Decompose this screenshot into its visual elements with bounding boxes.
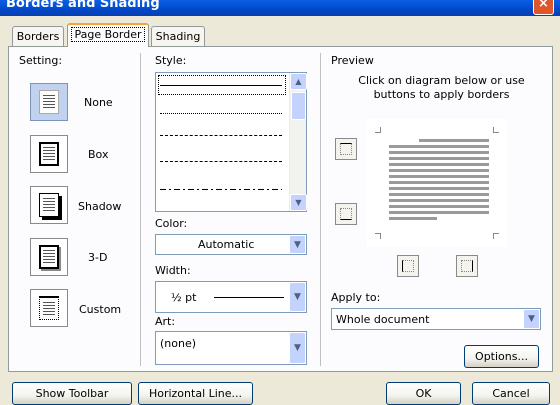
setting-heading: Setting:: [19, 54, 63, 67]
style-small-dash-line[interactable]: [160, 135, 282, 136]
setting-3d-label: 3-D: [88, 251, 108, 264]
art-value: (none): [160, 337, 197, 350]
setting-shadow-option[interactable]: [30, 186, 68, 224]
show-toolbar-button[interactable]: Show Toolbar: [12, 382, 132, 405]
setting-box-option[interactable]: [30, 135, 68, 173]
bottom-border-icon: [340, 208, 352, 220]
top-border-button[interactable]: [335, 138, 357, 160]
setting-shadow-label: Shadow: [78, 200, 122, 213]
setting-shadow-icon: [39, 193, 59, 217]
tab-page-border[interactable]: Page Border: [67, 23, 149, 47]
art-label: Art:: [155, 315, 176, 328]
style-dash-dot-line[interactable]: [160, 189, 282, 190]
apply-to-label: Apply to:: [331, 291, 381, 304]
tab-shading[interactable]: Shading: [151, 26, 205, 46]
color-value: Automatic: [198, 238, 255, 251]
color-dropdown-arrow-icon[interactable]: ▼: [289, 235, 306, 254]
art-dropdown-arrow-icon[interactable]: ▼: [289, 332, 306, 364]
width-dropdown[interactable]: ½ pt ▼: [155, 281, 307, 313]
setting-custom-option[interactable]: [30, 289, 68, 327]
setting-none-label: None: [84, 96, 113, 109]
apply-to-value: Whole document: [336, 313, 430, 326]
width-value: ½ pt: [171, 291, 197, 304]
preview-corner-mark: [375, 127, 381, 133]
preview-heading: Preview: [331, 54, 374, 67]
color-label: Color:: [155, 217, 188, 230]
preview-divider: [320, 53, 321, 366]
preview-text-lines: [389, 145, 489, 217]
page-border-panel: Setting: None Box Shadow 3-D Custom Styl…: [8, 46, 553, 372]
apply-to-dropdown-arrow-icon[interactable]: ▼: [523, 309, 540, 329]
style-solid-line[interactable]: [160, 85, 282, 86]
setting-box-icon: [39, 142, 59, 166]
right-border-button[interactable]: [456, 255, 478, 277]
scroll-thumb[interactable]: [291, 92, 306, 120]
setting-3d-option[interactable]: [30, 238, 68, 276]
title-bar: Borders and Shading ×: [0, 0, 560, 16]
setting-3d-icon: [39, 245, 59, 269]
preview-instructions: Click on diagram below or use buttons to…: [358, 74, 525, 101]
tab-borders[interactable]: Borders: [12, 26, 64, 46]
width-dropdown-arrow-icon[interactable]: ▼: [289, 282, 306, 312]
right-border-icon: [461, 260, 473, 272]
style-listbox[interactable]: ▲ ▼: [155, 72, 307, 212]
art-dropdown[interactable]: (none) ▼: [155, 331, 307, 365]
style-scrollbar[interactable]: ▲ ▼: [289, 73, 307, 211]
scroll-up-icon[interactable]: ▲: [290, 73, 307, 90]
setting-custom-label: Custom: [79, 303, 122, 316]
preview-corner-mark: [493, 127, 499, 133]
close-button[interactable]: ×: [533, 0, 554, 15]
left-border-icon: [402, 260, 414, 272]
style-dotted-line[interactable]: [160, 113, 282, 114]
left-border-button[interactable]: [397, 255, 419, 277]
style-heading: Style:: [155, 54, 187, 67]
preview-corner-mark: [493, 233, 499, 239]
setting-custom-icon: [39, 296, 59, 320]
ok-button[interactable]: OK: [386, 382, 461, 405]
preview-corner-mark: [375, 233, 381, 239]
scroll-down-icon[interactable]: ▼: [290, 194, 307, 211]
cancel-button[interactable]: Cancel: [472, 382, 550, 405]
dialog-title: Borders and Shading: [6, 0, 160, 11]
preview-diagram[interactable]: [367, 119, 507, 247]
apply-to-dropdown[interactable]: Whole document ▼: [331, 308, 541, 330]
width-line-sample: [214, 297, 284, 298]
setting-none-icon: [39, 90, 59, 114]
top-border-icon: [340, 143, 352, 155]
preview-text-lines: [389, 217, 437, 220]
options-button[interactable]: Options...: [464, 345, 539, 368]
setting-box-label: Box: [88, 148, 109, 161]
style-dash-line[interactable]: [160, 161, 282, 162]
width-label: Width:: [155, 264, 191, 277]
color-dropdown[interactable]: Automatic ▼: [155, 234, 307, 255]
setting-divider: [140, 53, 141, 366]
setting-none-option[interactable]: [30, 83, 68, 121]
horizontal-line-button[interactable]: Horizontal Line...: [138, 382, 253, 405]
bottom-border-button[interactable]: [335, 203, 357, 225]
